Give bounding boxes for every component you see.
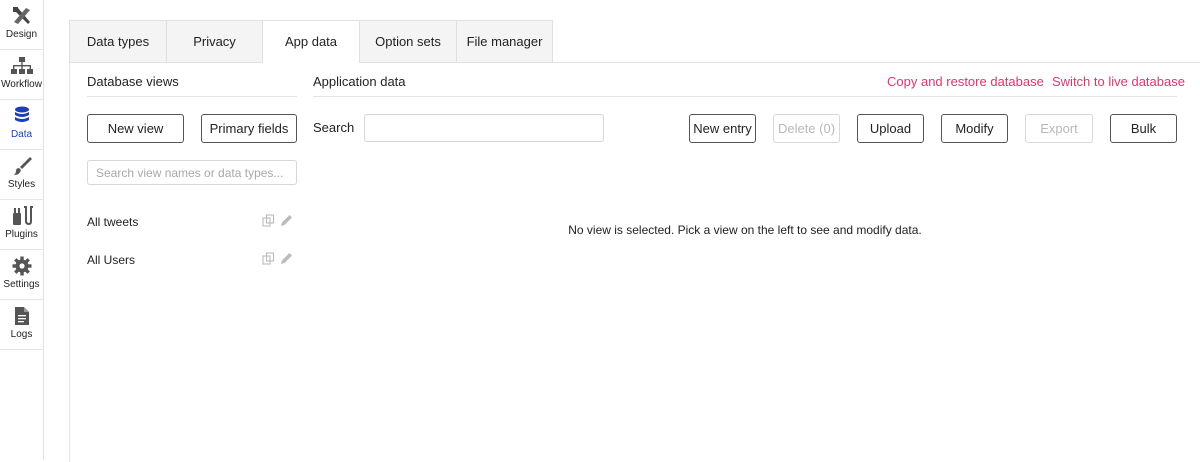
sidebar-item-label: Styles [7, 179, 36, 190]
empty-state-message: No view is selected. Pick a view on the … [568, 223, 922, 237]
sidebar-item-label: Workflow [1, 79, 42, 90]
pencil-icon[interactable] [280, 214, 293, 227]
sidebar-item-label: Settings [3, 279, 40, 290]
workflow-icon [0, 54, 43, 78]
primary-fields-button[interactable]: Primary fields [201, 114, 297, 143]
sidebar-item-label: Data [10, 129, 33, 140]
copy-icon[interactable] [262, 214, 275, 227]
copy-icon[interactable] [262, 252, 275, 265]
application-data-title: Application data [313, 74, 406, 89]
tab-privacy[interactable]: Privacy [166, 20, 262, 63]
design-icon [0, 4, 43, 28]
divider [87, 96, 297, 97]
gear-icon [0, 254, 43, 278]
search-label: Search [313, 120, 355, 135]
plug-icon [0, 204, 43, 228]
brush-icon [0, 154, 43, 178]
view-search-input[interactable] [87, 160, 297, 185]
modify-button[interactable]: Modify [941, 114, 1008, 143]
database-views-title: Database views [87, 74, 179, 89]
delete-button[interactable]: Delete (0) [773, 114, 840, 143]
sidebar-item-workflow[interactable]: Workflow [0, 50, 43, 100]
list-item[interactable]: All Users [87, 250, 297, 270]
new-entry-button[interactable]: New entry [689, 114, 756, 143]
upload-button[interactable]: Upload [857, 114, 924, 143]
tab-bar: Data types Privacy App data Option sets … [69, 20, 553, 63]
sidebar-item-data[interactable]: Data [0, 100, 43, 150]
list-item[interactable]: All tweets [87, 212, 297, 232]
export-button[interactable]: Export [1025, 114, 1093, 143]
document-icon [0, 304, 43, 328]
sidebar-item-label: Plugins [5, 229, 38, 240]
sidebar-item-styles[interactable]: Styles [0, 150, 43, 200]
new-view-button[interactable]: New view [87, 114, 184, 143]
divider [313, 96, 1177, 97]
data-search-input[interactable] [364, 114, 604, 142]
tab-option-sets[interactable]: Option sets [359, 20, 456, 63]
switch-live-database-link[interactable]: Switch to live database [1052, 74, 1185, 89]
bulk-button[interactable]: Bulk [1110, 114, 1177, 143]
view-name: All tweets [87, 215, 139, 229]
database-icon [0, 104, 43, 128]
sidebar-item-label: Design [5, 29, 38, 40]
tab-app-data[interactable]: App data [262, 20, 359, 63]
tab-data-types[interactable]: Data types [69, 20, 166, 63]
sidebar-item-plugins[interactable]: Plugins [0, 200, 43, 250]
pencil-icon[interactable] [280, 252, 293, 265]
left-sidebar: Design Workflow Data Styles Plugins Sett… [0, 0, 44, 460]
sidebar-item-design[interactable]: Design [0, 0, 43, 50]
sidebar-item-label: Logs [10, 329, 33, 340]
sidebar-item-settings[interactable]: Settings [0, 250, 43, 300]
tab-file-manager[interactable]: File manager [456, 20, 553, 63]
sidebar-item-logs[interactable]: Logs [0, 300, 43, 350]
copy-restore-database-link[interactable]: Copy and restore database [887, 74, 1044, 89]
view-name: All Users [87, 253, 136, 267]
